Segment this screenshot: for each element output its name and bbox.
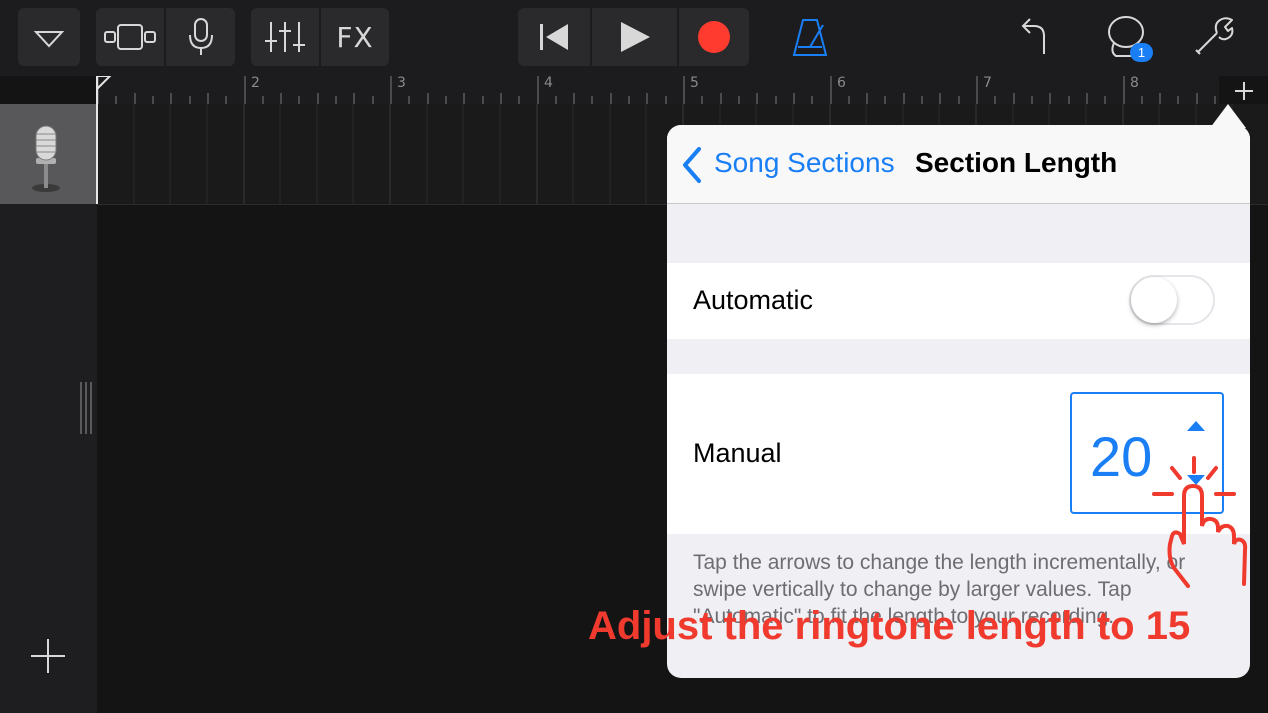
tap-hand-icon <box>1152 456 1248 588</box>
manual-label: Manual <box>693 438 782 468</box>
section-length-popover: Song Sections Section Length Automatic M… <box>667 125 1250 678</box>
automatic-row: Automatic <box>667 263 1250 339</box>
play-icon <box>620 22 650 52</box>
record-icon <box>698 21 730 53</box>
transport-group <box>518 8 749 66</box>
popover-header: Song Sections Section Length <box>667 125 1250 204</box>
wrench-icon <box>1195 17 1234 55</box>
microphone-track-icon <box>32 125 60 192</box>
instruction-caption: Adjust the ringtone length to 15 <box>588 604 1191 648</box>
add-section-button[interactable] <box>1228 76 1260 104</box>
grip-icon <box>80 382 92 434</box>
notification-badge: 1 <box>1130 43 1153 62</box>
playhead-line <box>96 76 98 204</box>
plus-icon <box>1235 82 1253 100</box>
tracks-view-icon <box>104 24 156 50</box>
mixer-button[interactable] <box>251 8 319 66</box>
ruler-ticks <box>97 76 1216 104</box>
toggle-knob <box>1131 277 1177 323</box>
play-button[interactable] <box>592 8 677 66</box>
add-track-button[interactable] <box>28 636 68 676</box>
back-label[interactable]: Song Sections <box>714 147 895 179</box>
ruler-bar-number: 6 <box>837 75 846 91</box>
plus-icon <box>31 639 65 673</box>
ruler-bar-number: 2 <box>251 75 260 91</box>
automatic-toggle[interactable] <box>1129 275 1215 325</box>
settings-button[interactable] <box>1192 14 1236 58</box>
fx-label: FX <box>336 20 374 54</box>
mixer-fx-group: FX <box>251 8 389 66</box>
loops-button[interactable]: 1 <box>1102 12 1156 64</box>
increment-arrow-icon[interactable] <box>1184 418 1208 434</box>
playhead-marker-icon[interactable] <box>96 76 112 104</box>
microphone-button[interactable] <box>166 8 235 66</box>
ruler-bar-number: 5 <box>690 75 699 91</box>
go-to-beginning-icon <box>540 24 568 50</box>
go-to-beginning-button[interactable] <box>518 8 590 66</box>
automatic-label: Automatic <box>693 285 814 315</box>
metronome-icon <box>792 19 828 56</box>
popover-title: Section Length <box>915 147 1118 178</box>
fx-button[interactable]: FX <box>321 8 389 66</box>
ruler-bar-number: 3 <box>397 75 406 91</box>
ruler-bar-number: 7 <box>983 75 992 91</box>
browser-button[interactable] <box>18 8 80 66</box>
chevron-left-icon <box>683 147 701 183</box>
resize-handle[interactable] <box>79 382 95 434</box>
triangle-down-icon <box>33 31 65 48</box>
ruler-bar-number: 4 <box>544 75 553 91</box>
mixer-sliders-icon <box>265 22 305 52</box>
timeline-ruler[interactable]: 2 3 4 5 6 7 8 <box>96 75 1219 104</box>
record-button[interactable] <box>679 8 749 66</box>
undo-button[interactable] <box>1014 16 1054 58</box>
length-value: 20 <box>1090 425 1153 488</box>
toolbar: FX 1 <box>0 0 1268 76</box>
tracks-view-button[interactable] <box>96 8 164 66</box>
microphone-icon <box>188 18 213 55</box>
ruler-bar-number: 8 <box>1130 75 1139 91</box>
metronome-button[interactable] <box>790 16 830 58</box>
track-header-audio-recorder[interactable] <box>0 104 96 204</box>
view-mic-group <box>96 8 235 66</box>
undo-icon <box>1021 18 1045 54</box>
